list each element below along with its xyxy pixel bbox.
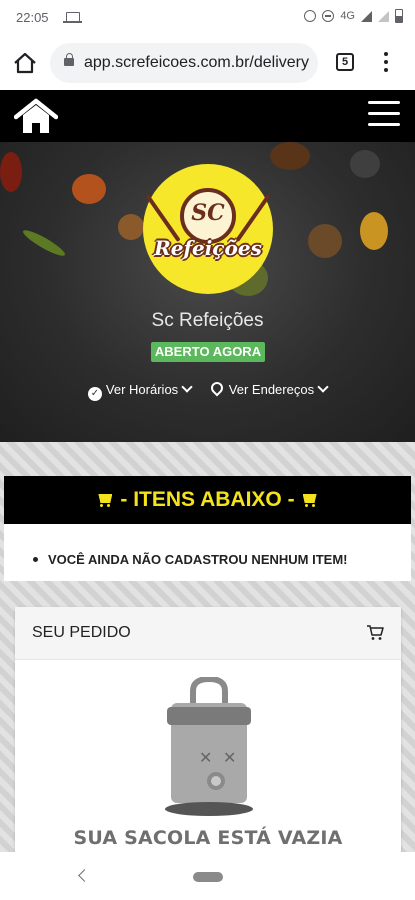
items-banner-title: - ITENS ABAIXO - (120, 488, 295, 511)
order-header: SEU PEDIDO (15, 607, 401, 660)
chevron-down-icon (181, 381, 193, 393)
decorative-spice (72, 174, 106, 204)
decorative-spice (0, 152, 22, 192)
cart-icon (96, 494, 114, 507)
back-icon[interactable] (78, 869, 91, 882)
svg-text:✕: ✕ (223, 748, 236, 767)
view-addresses-link[interactable]: Ver Endereços (208, 379, 329, 397)
order-title: SEU PEDIDO (32, 624, 131, 641)
status-time: 22:05 (16, 10, 49, 25)
tabs-button[interactable]: 5 (336, 53, 354, 71)
chevron-down-icon (317, 381, 329, 393)
items-list: VOCÊ AINDA NÃO CADASTROU NENHUM ITEM! (4, 524, 411, 581)
laptop-icon (63, 12, 82, 23)
system-navigation-bar (0, 852, 415, 900)
decorative-spice (270, 142, 310, 170)
status-bar: 22:05 4G (0, 0, 415, 36)
view-hours-link[interactable]: ✓ Ver Horários (87, 381, 193, 401)
logo-text-sc: SC (191, 200, 225, 226)
status-icons: 4G (304, 9, 403, 23)
check-circle-icon: ✓ (87, 387, 102, 401)
browser-toolbar: app.screfeicoes.com.br/delivery 5 (0, 36, 415, 90)
browser-menu-icon[interactable] (378, 52, 394, 74)
decorative-spice (20, 226, 68, 260)
empty-bag-message: SUA SACOLA ESTÁ VAZIA (73, 827, 343, 849)
logo-text-name: Refeições (154, 236, 262, 260)
map-pin-icon (208, 379, 226, 397)
url-text[interactable]: app.screfeicoes.com.br/delivery (84, 54, 312, 72)
svg-text:✕: ✕ (199, 748, 212, 767)
decorative-spice (350, 150, 380, 178)
site-header (0, 90, 415, 142)
home-pill-icon[interactable] (193, 872, 223, 882)
lock-icon (64, 53, 74, 66)
empty-items-message: VOCÊ AINDA NÃO CADASTROU NENHUM ITEM! (32, 552, 348, 567)
empty-bag-icon: ✕ ✕ (165, 677, 253, 816)
signal-icon (361, 10, 372, 22)
alarm-icon (304, 10, 317, 22)
address-bar[interactable]: app.screfeicoes.com.br/delivery (50, 43, 318, 83)
battery-icon (395, 9, 403, 23)
store-links: ✓ Ver Horários Ver Endereços (0, 379, 415, 401)
decorative-spice (360, 212, 388, 250)
view-addresses-label: Ver Endereços (228, 382, 315, 397)
store-hero: SC Refeições Sc Refeições ABERTO AGORA ✓… (0, 142, 415, 442)
view-hours-label: Ver Horários (105, 382, 179, 397)
hamburger-menu-icon[interactable] (368, 101, 400, 129)
do-not-disturb-icon (322, 10, 335, 22)
items-banner: - ITENS ABAIXO - (4, 476, 411, 524)
site-home-icon[interactable] (14, 98, 58, 136)
network-type-label: 4G (340, 10, 355, 22)
cart-icon (301, 494, 319, 507)
decorative-spice (118, 214, 144, 240)
status-badge: ABERTO AGORA (151, 342, 265, 362)
store-logo: SC Refeições (143, 164, 273, 294)
wifi-icon (378, 10, 389, 22)
browser-home-icon[interactable] (12, 50, 38, 76)
order-card: SEU PEDIDO ✕ ✕ SUA SACOLA ESTÁ VAZIA (15, 607, 401, 852)
decorative-spice (308, 224, 342, 258)
store-name: Sc Refeições (151, 310, 264, 331)
shopping-cart-icon[interactable] (366, 625, 384, 641)
